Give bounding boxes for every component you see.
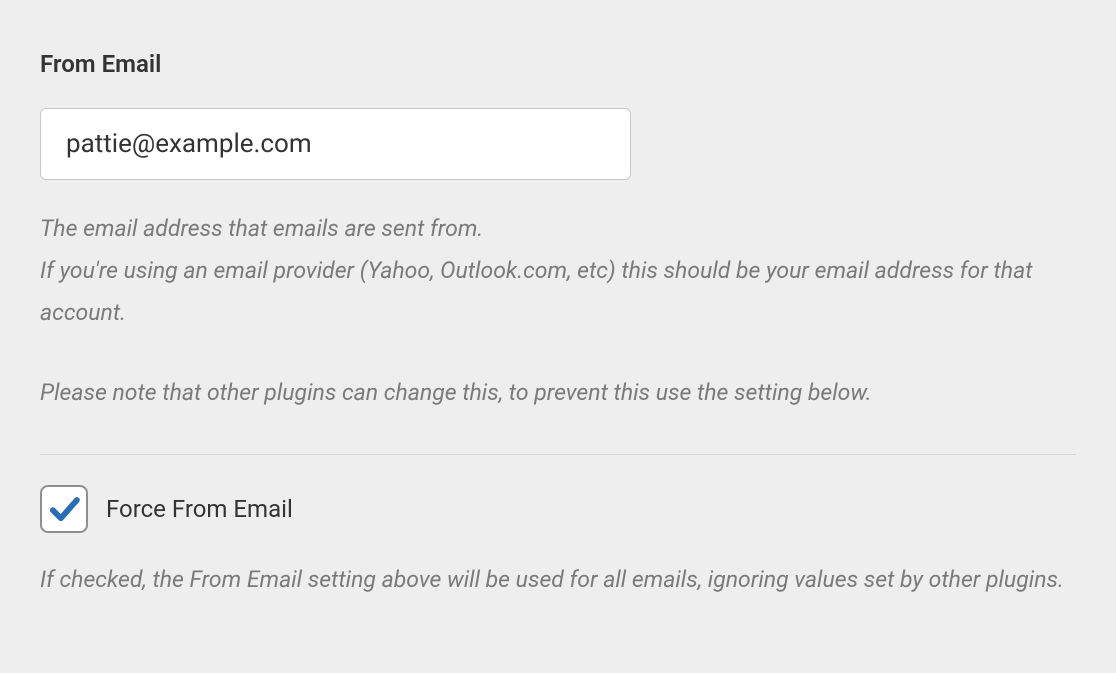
force-from-email-row: Force From Email [40, 485, 1076, 533]
description-line: Please note that other plugins can chang… [40, 372, 1076, 414]
from-email-input[interactable] [40, 108, 631, 180]
section-divider [40, 454, 1076, 455]
force-from-email-description: If checked, the From Email setting above… [40, 559, 1076, 601]
from-email-description: The email address that emails are sent f… [40, 208, 1076, 414]
description-line: The email address that emails are sent f… [40, 208, 1076, 250]
from-email-label: From Email [40, 50, 1076, 78]
description-line: If you're using an email provider (Yahoo… [40, 250, 1076, 334]
force-from-email-label[interactable]: Force From Email [106, 495, 293, 523]
force-from-email-checkbox[interactable] [40, 485, 88, 533]
from-email-section: From Email The email address that emails… [40, 50, 1076, 601]
checkmark-icon [47, 492, 82, 527]
